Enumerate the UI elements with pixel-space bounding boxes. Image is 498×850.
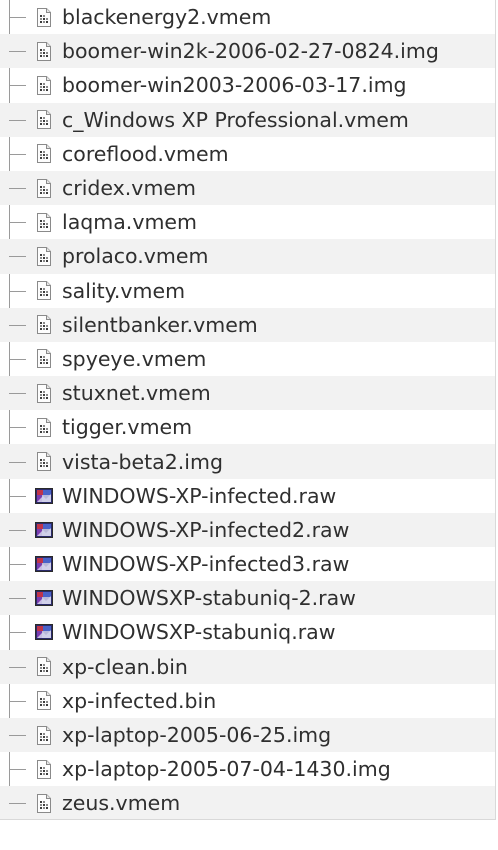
file-row[interactable]: c_Windows XP Professional.vmem bbox=[0, 102, 495, 137]
image-file-icon bbox=[35, 520, 53, 540]
file-name: boomer-win2k-2006-02-27-0824.img bbox=[62, 39, 439, 64]
generic-file-icon bbox=[35, 212, 53, 232]
file-name: tigger.vmem bbox=[62, 415, 193, 440]
file-name: cridex.vmem bbox=[62, 176, 196, 201]
file-name: silentbanker.vmem bbox=[62, 312, 258, 337]
tree-branch-line bbox=[9, 17, 26, 19]
file-row[interactable]: cridex.vmem bbox=[0, 170, 495, 206]
image-file-icon bbox=[35, 588, 53, 608]
file-name: sality.vmem bbox=[62, 278, 186, 303]
image-file-icon bbox=[35, 486, 53, 506]
file-name: blackenergy2.vmem bbox=[62, 5, 272, 30]
tree-branch-line bbox=[9, 324, 26, 326]
file-name: WINDOWSXP-stabuniq.raw bbox=[62, 620, 336, 645]
file-name: zeus.vmem bbox=[62, 791, 181, 816]
tree-branch-line bbox=[9, 358, 26, 360]
file-name: xp-laptop-2005-06-25.img bbox=[62, 723, 332, 748]
file-name: xp-laptop-2005-07-04-1430.img bbox=[62, 757, 391, 782]
file-row[interactable]: xp-laptop-2005-06-25.img bbox=[0, 717, 495, 753]
tree-branch-line bbox=[9, 119, 26, 121]
file-row[interactable]: prolaco.vmem bbox=[0, 239, 495, 274]
generic-file-icon bbox=[35, 178, 53, 198]
image-file-icon bbox=[35, 554, 53, 574]
tree-branch-line bbox=[9, 153, 26, 155]
generic-file-icon bbox=[35, 7, 53, 27]
tree-branch-line bbox=[9, 632, 26, 634]
tree-branch-line bbox=[9, 495, 26, 497]
file-row[interactable]: tigger.vmem bbox=[0, 410, 495, 444]
file-name: laqma.vmem bbox=[62, 210, 198, 235]
file-list: blackenergy2.vmem boomer-win2k-2006-02-27… bbox=[0, 0, 495, 819]
generic-file-icon bbox=[35, 759, 53, 779]
file-name: WINDOWS-XP-infected.raw bbox=[62, 483, 337, 508]
file-name: coreflood.vmem bbox=[62, 141, 229, 166]
file-name: xp-infected.bin bbox=[62, 688, 217, 713]
tree-branch-line bbox=[9, 427, 26, 429]
tree-branch-line bbox=[9, 51, 26, 53]
file-row[interactable]: boomer-win2003-2006-03-17.img bbox=[0, 68, 495, 102]
tree-branch-line bbox=[9, 700, 26, 702]
file-name: WINDOWS-XP-infected2.raw bbox=[62, 517, 350, 542]
file-row[interactable]: stuxnet.vmem bbox=[0, 376, 495, 411]
tree-branch-line bbox=[9, 290, 26, 292]
tree-branch-line bbox=[9, 393, 26, 395]
file-name: vista-beta2.img bbox=[62, 449, 223, 474]
tree-branch-line bbox=[9, 256, 26, 258]
tree-branch-line bbox=[9, 666, 26, 668]
generic-file-icon bbox=[35, 691, 53, 711]
image-file-icon bbox=[35, 622, 53, 642]
tree-branch-line bbox=[9, 803, 26, 805]
file-tree: blackenergy2.vmem boomer-win2k-2006-02-27… bbox=[0, 0, 496, 820]
tree-branch-line bbox=[9, 735, 26, 737]
file-row[interactable]: xp-infected.bin bbox=[0, 684, 495, 718]
file-row[interactable]: silentbanker.vmem bbox=[0, 307, 495, 342]
file-row[interactable]: WINDOWS-XP-infected.raw bbox=[0, 479, 495, 513]
file-row[interactable]: xp-clean.bin bbox=[0, 649, 495, 684]
generic-file-icon bbox=[35, 144, 53, 164]
file-name: xp-clean.bin bbox=[62, 654, 188, 679]
file-row[interactable]: WINDOWSXP-stabuniq.raw bbox=[0, 615, 495, 649]
tree-branch-line bbox=[9, 85, 26, 87]
generic-file-icon bbox=[35, 315, 53, 335]
file-row[interactable]: WINDOWS-XP-infected2.raw bbox=[0, 512, 495, 547]
file-row[interactable]: WINDOWSXP-stabuniq-2.raw bbox=[0, 581, 495, 616]
generic-file-icon bbox=[35, 41, 53, 61]
file-name: prolaco.vmem bbox=[62, 244, 209, 269]
file-name: spyeye.vmem bbox=[62, 346, 207, 371]
generic-file-icon bbox=[35, 452, 53, 472]
tree-branch-line bbox=[9, 222, 26, 224]
file-row[interactable]: laqma.vmem bbox=[0, 205, 495, 239]
file-row[interactable]: xp-laptop-2005-07-04-1430.img bbox=[0, 752, 495, 786]
generic-file-icon bbox=[35, 793, 53, 813]
file-row[interactable]: coreflood.vmem bbox=[0, 137, 495, 171]
file-name: stuxnet.vmem bbox=[62, 381, 211, 406]
file-row[interactable]: sality.vmem bbox=[0, 274, 495, 308]
file-row[interactable]: blackenergy2.vmem bbox=[0, 0, 495, 34]
file-row[interactable]: WINDOWS-XP-infected3.raw bbox=[0, 547, 495, 581]
file-name: boomer-win2003-2006-03-17.img bbox=[62, 73, 407, 98]
file-name: c_Windows XP Professional.vmem bbox=[62, 107, 409, 132]
generic-file-icon bbox=[35, 417, 53, 437]
tree-branch-line bbox=[9, 598, 26, 600]
tree-branch-line bbox=[9, 188, 26, 190]
generic-file-icon bbox=[35, 281, 53, 301]
generic-file-icon bbox=[35, 110, 53, 130]
file-name: WINDOWSXP-stabuniq-2.raw bbox=[62, 586, 356, 611]
tree-branch-line bbox=[9, 564, 26, 566]
file-row[interactable]: boomer-win2k-2006-02-27-0824.img bbox=[0, 34, 495, 69]
file-row[interactable]: vista-beta2.img bbox=[0, 444, 495, 479]
tree-branch-line bbox=[9, 529, 26, 531]
generic-file-icon bbox=[35, 349, 53, 369]
generic-file-icon bbox=[35, 383, 53, 403]
tree-branch-line bbox=[9, 769, 26, 771]
file-row[interactable]: spyeye.vmem bbox=[0, 342, 495, 376]
generic-file-icon bbox=[35, 246, 53, 266]
generic-file-icon bbox=[35, 75, 53, 95]
generic-file-icon bbox=[35, 657, 53, 677]
generic-file-icon bbox=[35, 725, 53, 745]
tree-branch-line bbox=[9, 461, 26, 463]
file-name: WINDOWS-XP-infected3.raw bbox=[62, 552, 350, 577]
file-row[interactable]: zeus.vmem bbox=[0, 786, 495, 819]
